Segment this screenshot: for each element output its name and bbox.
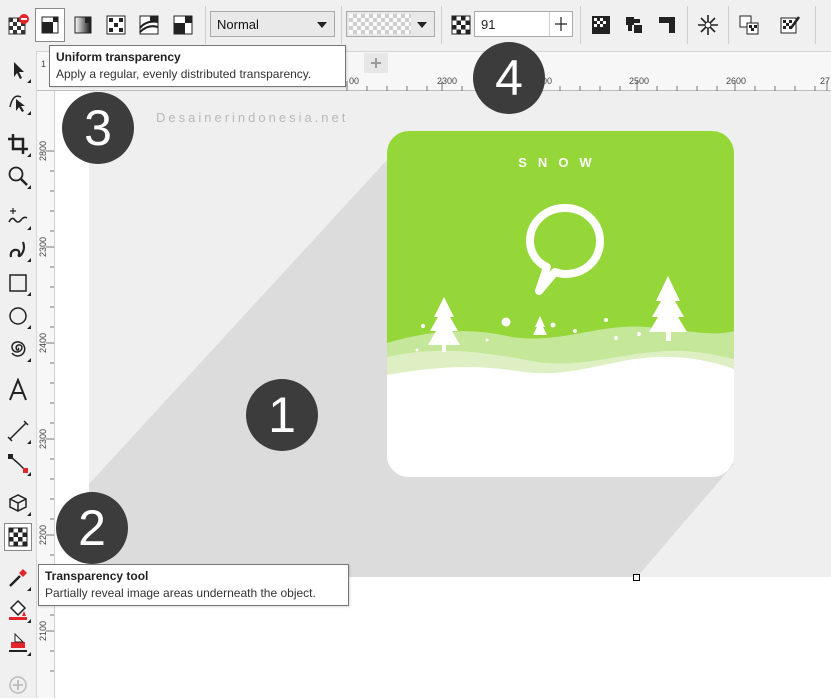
all-transparency-button[interactable] <box>652 8 682 42</box>
tooltip-title: Transparency tool <box>45 569 149 583</box>
transparency-icon <box>446 8 476 42</box>
ellipse-tool-icon[interactable] <box>4 302 32 330</box>
extrude-tool-icon[interactable] <box>4 489 32 517</box>
transparency-slider-button[interactable] <box>549 12 572 36</box>
ruler-label: 00 <box>349 76 360 86</box>
callout-2: 2 <box>56 492 128 564</box>
two-color-pattern-transparency-button[interactable] <box>168 8 198 42</box>
tooltip-description: Apply a regular, evenly distributed tran… <box>56 67 312 81</box>
ruler-label: 2300 <box>38 428 48 449</box>
callout-1: 1 <box>246 379 318 451</box>
dimension-tool-icon[interactable] <box>4 417 32 445</box>
ruler-label: 2400 <box>38 332 48 353</box>
shape-tool-icon[interactable] <box>4 88 32 116</box>
connector-tool-icon[interactable] <box>4 449 32 477</box>
fountain-transparency-button[interactable] <box>68 8 98 42</box>
transparency-target-dropdown[interactable] <box>346 11 435 37</box>
vector-pattern-transparency-button[interactable] <box>101 8 131 42</box>
add-tool-icon[interactable] <box>4 671 32 699</box>
ruler-label: 2800 <box>38 140 48 161</box>
ruler-label: 2300 <box>437 76 458 86</box>
watermark-text: Desainerindonesia.net <box>156 110 349 125</box>
card-title: SNOW <box>518 155 603 170</box>
tooltip-description: Partially reveal image areas underneath … <box>45 586 316 600</box>
ruler-label: 1 <box>41 59 47 69</box>
ruler-label: 27 <box>820 76 831 86</box>
snow-scene-illustration <box>387 131 734 477</box>
add-document-tab[interactable] <box>364 53 388 73</box>
transparency-value: 91 <box>481 17 496 32</box>
freeze-transparency-button[interactable] <box>693 8 723 42</box>
eyedropper-tool-icon[interactable] <box>4 564 32 592</box>
copy-transparency-button[interactable] <box>734 8 764 42</box>
uniform-transparency-button[interactable] <box>35 8 65 42</box>
spiral-tool-icon[interactable] <box>4 335 32 363</box>
vertical-ruler[interactable]: 2800 2300 2400 2300 2200 2100 <box>37 91 55 698</box>
artistic-media-icon[interactable] <box>4 235 32 263</box>
outline-transparency-button[interactable] <box>619 8 649 42</box>
callout-4: 4 <box>473 42 545 114</box>
fill-tool-icon[interactable] <box>4 596 32 624</box>
smart-fill-icon[interactable] <box>4 629 32 657</box>
transparency-tool-tooltip: Transparency tool Partially reveal image… <box>38 564 349 606</box>
no-transparency-button[interactable] <box>3 8 33 42</box>
pattern-preview <box>349 14 411 34</box>
uniform-transparency-tooltip: Uniform transparency Apply a regular, ev… <box>49 45 346 87</box>
transparency-value-input[interactable]: 91 <box>474 11 573 37</box>
toolbox <box>0 51 37 698</box>
callout-3: 3 <box>62 92 134 164</box>
transparency-end-handle[interactable] <box>633 574 640 581</box>
zoom-tool-icon[interactable] <box>4 162 32 190</box>
ruler-label: 2200 <box>38 524 48 545</box>
edit-transparency-button[interactable] <box>775 8 805 42</box>
ruler-label: 2500 <box>629 76 650 86</box>
rectangle-tool-icon[interactable] <box>4 269 32 297</box>
blend-mode-dropdown[interactable]: Normal <box>210 11 335 37</box>
blend-mode-value: Normal <box>217 17 259 32</box>
ruler-label: 2600 <box>726 76 747 86</box>
chevron-down-icon <box>317 22 327 28</box>
snow-card[interactable]: SNOW <box>387 131 734 477</box>
ruler-label: 2300 <box>38 236 48 257</box>
bitmap-pattern-transparency-button[interactable] <box>134 8 164 42</box>
crop-tool-icon[interactable] <box>4 130 32 158</box>
freehand-tool-icon[interactable] <box>4 203 32 231</box>
ruler-label: 2100 <box>38 620 48 641</box>
fill-transparency-button[interactable] <box>586 8 616 42</box>
tooltip-title: Uniform transparency <box>56 50 181 64</box>
text-tool-icon[interactable] <box>4 376 32 404</box>
transparency-tool-icon[interactable] <box>4 523 32 551</box>
chevron-down-icon <box>417 22 427 28</box>
pick-tool-icon[interactable] <box>4 56 32 84</box>
